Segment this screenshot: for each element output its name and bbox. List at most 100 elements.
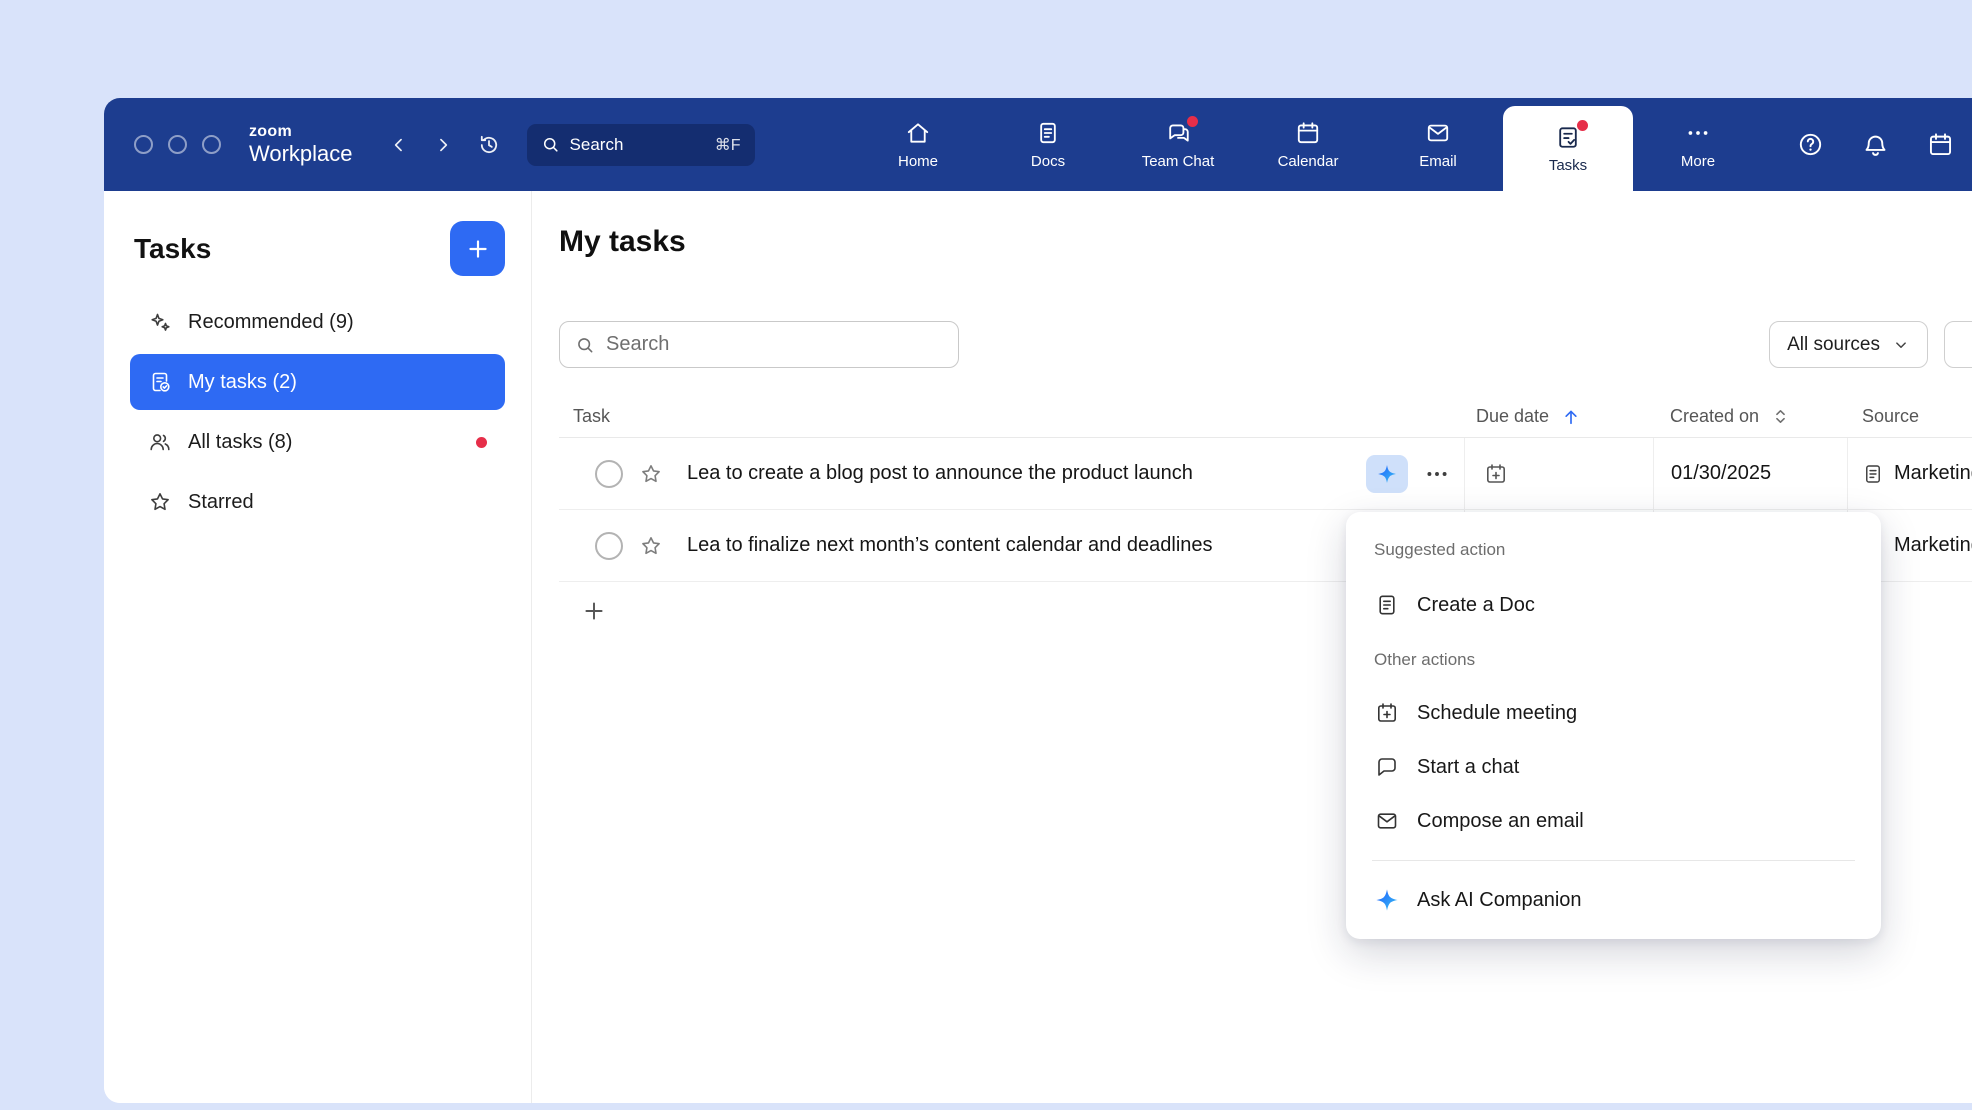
sidebar-title: Tasks xyxy=(134,233,211,265)
other-actions-label: Other actions xyxy=(1346,642,1881,678)
source-doc-icon xyxy=(1862,463,1884,485)
window-minimize-button[interactable] xyxy=(168,135,187,154)
doc-icon xyxy=(1374,593,1400,617)
ai-actions-popup: Suggested action Create a Doc Other acti… xyxy=(1346,512,1881,939)
star-icon[interactable] xyxy=(639,462,663,486)
logo-zoom: zoom xyxy=(249,124,353,141)
sidebar-item-label: Starred xyxy=(188,491,254,514)
task-search-input[interactable] xyxy=(606,333,943,356)
sidebar-item-recommended[interactable]: Recommended (9) xyxy=(130,294,505,350)
star-icon[interactable] xyxy=(639,534,663,558)
window-zoom-button[interactable] xyxy=(202,135,221,154)
menu-item-label: Compose an email xyxy=(1417,810,1584,833)
all-sources-label: All sources xyxy=(1787,334,1880,356)
column-due-date[interactable]: Due date xyxy=(1464,396,1653,437)
sidebar-item-label: Recommended (9) xyxy=(188,311,354,334)
compose-email-item[interactable]: Compose an email xyxy=(1346,794,1881,848)
column-label: Created on xyxy=(1670,406,1759,427)
create-doc-item[interactable]: Create a Doc xyxy=(1346,578,1881,632)
ask-ai-companion-item[interactable]: Ask AI Companion xyxy=(1346,873,1881,927)
nav-home[interactable]: Home xyxy=(853,98,983,191)
nav-more[interactable]: More xyxy=(1633,98,1763,191)
email-icon xyxy=(1425,120,1451,146)
search-label: Search xyxy=(570,135,624,155)
notification-dot xyxy=(1577,120,1588,131)
sparkles-icon xyxy=(148,310,172,334)
nav-label: Tasks xyxy=(1549,157,1587,174)
zoom-workplace-logo: zoom Workplace xyxy=(249,124,353,166)
task-cell: Lea to create a blog post to announce th… xyxy=(559,438,1464,509)
menu-item-label: Schedule meeting xyxy=(1417,702,1577,725)
menu-item-label: Ask AI Companion xyxy=(1417,889,1582,912)
global-search[interactable]: Search ⌘F xyxy=(527,124,755,166)
sort-toggle-icon[interactable] xyxy=(1771,407,1790,426)
envelope-icon xyxy=(1374,809,1400,833)
search-shortcut: ⌘F xyxy=(715,135,741,155)
complete-checkbox[interactable] xyxy=(595,460,623,488)
sidebar-item-label: My tasks (2) xyxy=(188,371,297,394)
logo-workplace: Workplace xyxy=(249,142,353,165)
search-icon xyxy=(541,135,560,154)
column-created-on[interactable]: Created on xyxy=(1653,396,1847,437)
popup-divider xyxy=(1372,860,1855,861)
add-due-date-icon[interactable] xyxy=(1484,462,1508,486)
task-search-box[interactable] xyxy=(559,321,959,368)
add-task-icon[interactable] xyxy=(581,598,607,624)
column-label: Task xyxy=(573,406,610,427)
unread-dot xyxy=(476,437,487,448)
nav-label: More xyxy=(1681,153,1715,170)
nav-email[interactable]: Email xyxy=(1373,98,1503,191)
forward-button[interactable] xyxy=(433,135,453,155)
nav-docs[interactable]: Docs xyxy=(983,98,1113,191)
history-nav xyxy=(389,133,501,157)
back-button[interactable] xyxy=(389,135,409,155)
window-controls xyxy=(134,135,221,154)
sort-ascending-icon[interactable] xyxy=(1561,407,1581,427)
other-actions-group: Schedule meeting Start a chat Compose an… xyxy=(1346,686,1881,848)
window-close-button[interactable] xyxy=(134,135,153,154)
ai-companion-button[interactable] xyxy=(1366,455,1408,493)
home-icon xyxy=(905,120,931,146)
menu-item-label: Start a chat xyxy=(1417,756,1519,779)
column-source: Source xyxy=(1847,396,1972,437)
sidebar-item-my-tasks[interactable]: My tasks (2) xyxy=(130,354,505,410)
table-row[interactable]: Lea to create a blog post to announce th… xyxy=(559,438,1972,510)
top-bar: zoom Workplace Search ⌘F xyxy=(104,98,1972,191)
app-window: zoom Workplace Search ⌘F xyxy=(104,98,1972,1103)
tasks-icon xyxy=(1555,124,1581,150)
notification-dot xyxy=(1187,116,1198,127)
tasks-sidebar: Tasks Recommended (9) My tasks (2) xyxy=(104,191,532,1103)
start-chat-item[interactable]: Start a chat xyxy=(1346,740,1881,794)
all-sources-dropdown[interactable]: All sources xyxy=(1769,321,1928,368)
complete-checkbox[interactable] xyxy=(595,532,623,560)
docs-icon xyxy=(1035,120,1061,146)
nav-tasks[interactable]: Tasks xyxy=(1503,106,1633,191)
history-icon[interactable] xyxy=(477,133,501,157)
created-date: 01/30/2025 xyxy=(1671,462,1771,485)
sidebar-item-all-tasks[interactable]: All tasks (8) xyxy=(130,414,505,470)
row-more-icon[interactable] xyxy=(1424,461,1450,487)
sidebar-item-starred[interactable]: Starred xyxy=(130,474,505,530)
schedule-meeting-item[interactable]: Schedule meeting xyxy=(1346,686,1881,740)
partial-button[interactable] xyxy=(1944,321,1972,368)
nav-label: Home xyxy=(898,153,938,170)
page-title: My tasks xyxy=(559,225,686,259)
table-header: Task Due date Created on Source xyxy=(559,396,1972,438)
sidebar-menu: Recommended (9) My tasks (2) All tasks (… xyxy=(104,292,531,536)
notifications-bell-icon[interactable] xyxy=(1862,131,1889,158)
nav-label: Team Chat xyxy=(1142,153,1215,170)
column-task: Task xyxy=(559,396,1464,437)
help-icon[interactable] xyxy=(1797,131,1824,158)
new-task-button[interactable] xyxy=(450,221,505,276)
sidebar-item-label: All tasks (8) xyxy=(188,431,292,454)
nav-calendar[interactable]: Calendar xyxy=(1243,98,1373,191)
nav-label: Docs xyxy=(1031,153,1065,170)
suggested-action-label: Suggested action xyxy=(1346,530,1881,570)
team-chat-icon xyxy=(1165,120,1191,146)
nav-team-chat[interactable]: Team Chat xyxy=(1113,98,1243,191)
source-cell[interactable]: Marketing xyxy=(1847,438,1972,509)
task-title: Lea to create a blog post to announce th… xyxy=(687,462,1193,485)
mini-calendar-icon[interactable] xyxy=(1927,131,1954,158)
chat-bubble-icon xyxy=(1374,755,1400,779)
topbar-right-icons xyxy=(1797,98,1972,191)
